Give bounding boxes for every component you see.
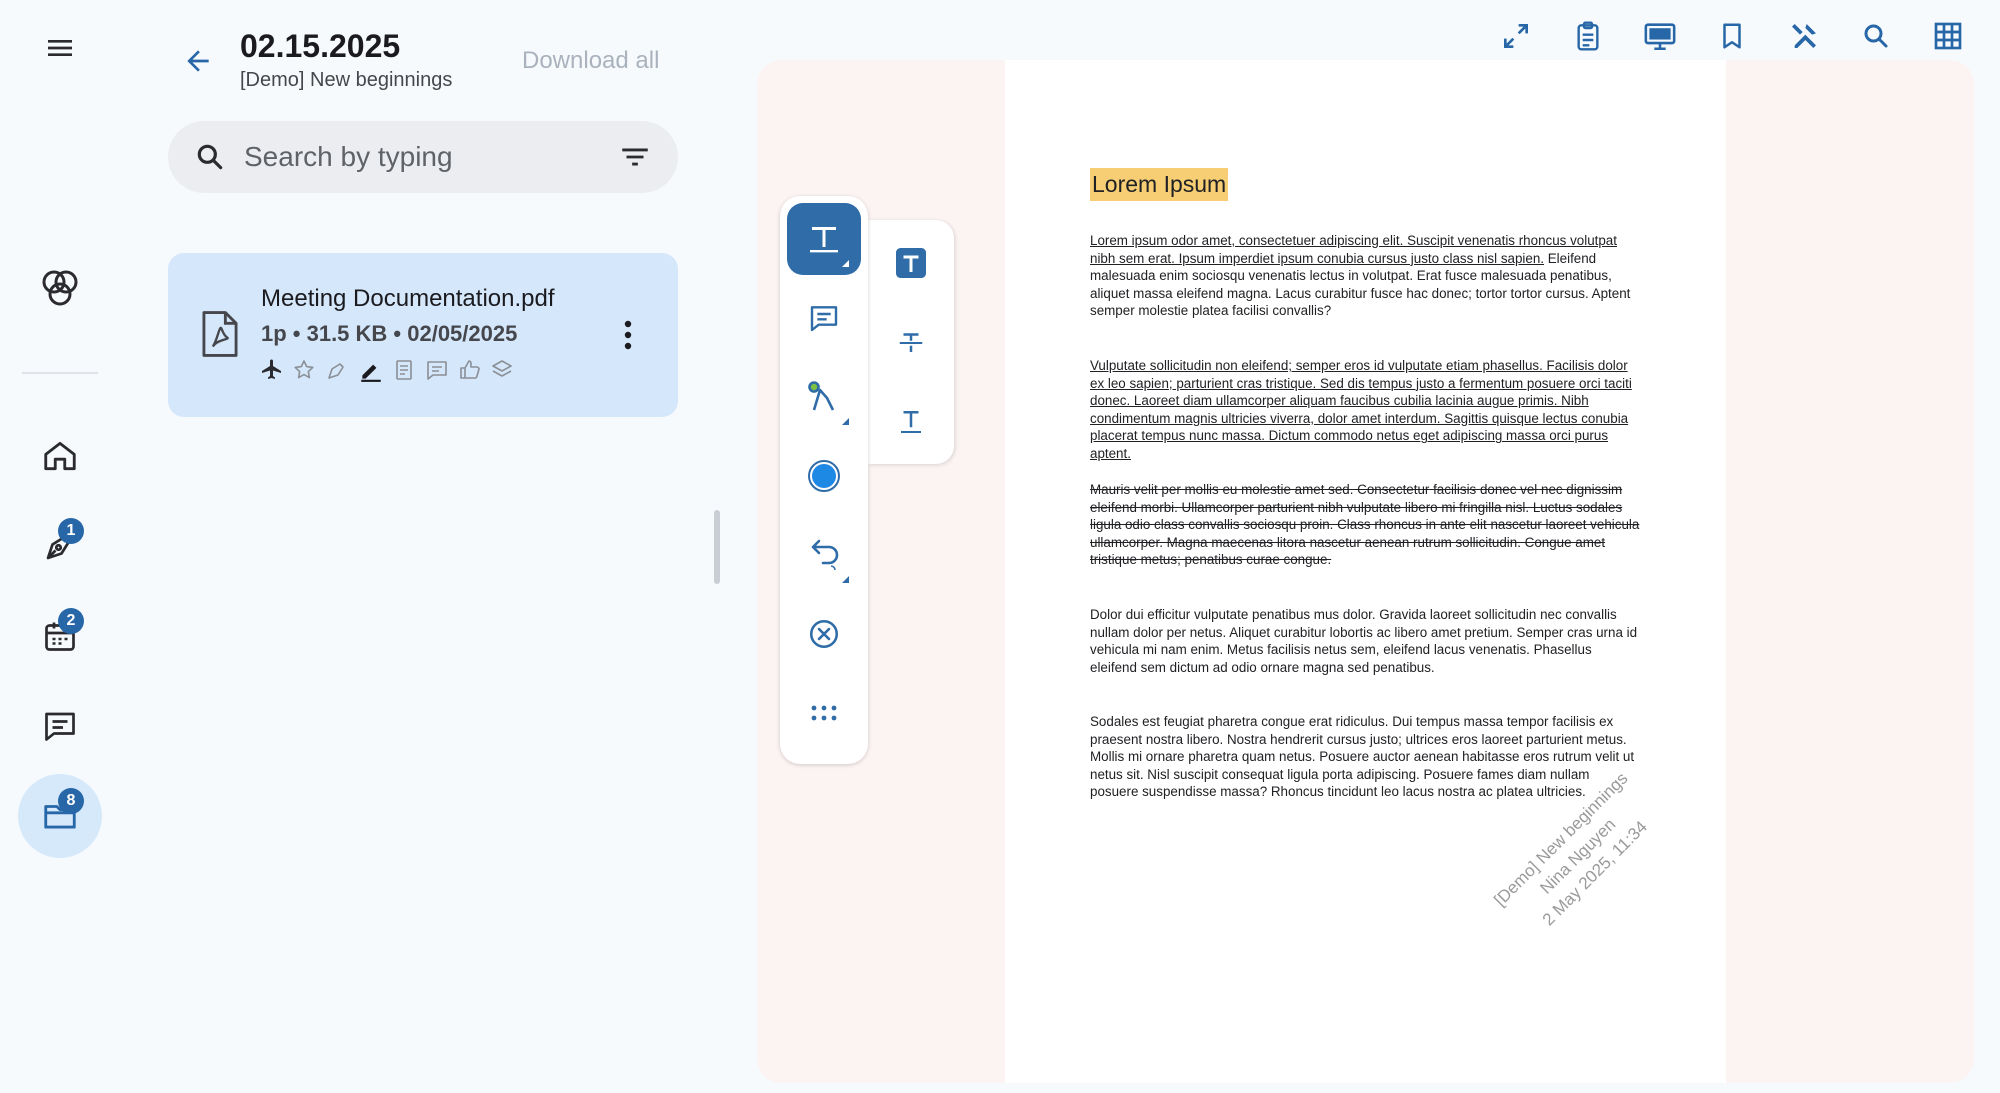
file-card[interactable]: Meeting Documentation.pdf 1p • 31.5 KB •… [168,253,678,417]
strikethrough-icon [899,333,923,352]
undo-redo-tool[interactable] [787,519,861,591]
grid-icon [1934,22,1962,50]
page-title: 02.15.2025 [240,28,401,64]
pdf-page[interactable]: Lorem Ipsum Lorem ipsum odor amet, conse… [1005,60,1726,1083]
pdf-paragraph-5: Sodales est feugiat pharetra congue erat… [1090,714,1635,800]
comment-tool[interactable] [787,282,861,354]
file-meta: 1p • 31.5 KB • 02/05/2025 [261,321,518,346]
layers-icon [492,360,512,377]
text-markup-tool[interactable] [787,203,861,275]
file-tool-icons [260,357,514,383]
expand-button[interactable] [1480,14,1552,58]
text-markup-subtoolbar [868,220,954,464]
calendar-badge: 2 [58,608,84,634]
arrow-back-icon [187,50,209,72]
nav-calendar[interactable]: 2 [18,594,102,678]
nav-sign[interactable]: 1 [18,504,102,588]
signature-icon [328,363,344,379]
pdf-paragraph-1: Lorem ipsum odor amet, consectetuer adip… [1090,232,1640,320]
comment-icon [427,361,447,380]
underlined-text: Lorem ipsum odor amet, consectetuer adip… [1090,233,1617,266]
search-icon [197,144,223,170]
app-logo[interactable] [18,246,102,330]
airplane-icon [262,359,281,379]
file-name: Meeting Documentation.pdf [261,285,555,312]
color-picker[interactable] [787,440,861,512]
clear-icon [809,619,839,649]
expand-icon [1504,24,1528,48]
comment-icon [810,306,838,332]
tools-button[interactable] [1768,14,1840,58]
filter-icon[interactable] [618,140,652,174]
comment-icon [45,712,75,741]
nav-files[interactable]: 8 [18,774,102,858]
bookmark-button[interactable] [1696,14,1768,58]
monitor-icon [1644,23,1676,51]
more-icon [811,705,837,721]
more-vert-icon [624,320,632,350]
pdf-heading: Lorem Ipsum [1090,168,1229,201]
navigation-rail: 1 2 8 [0,0,120,1093]
draw-icon [808,381,849,425]
text-box-tool[interactable] [882,234,940,292]
panel-resize-handle[interactable] [714,510,720,584]
back-button[interactable] [175,38,221,84]
annotation-toolbar [780,196,868,764]
search-document-button[interactable] [1840,14,1912,58]
search-input[interactable] [244,141,618,173]
sign-badge: 1 [58,518,84,544]
home-icon [44,441,76,471]
underline-icon [901,411,921,433]
tools-icon [1792,24,1816,48]
strikethrough-tool[interactable] [882,313,940,371]
clear-tool[interactable] [787,598,861,670]
search-bar [168,121,678,193]
pdf-paragraph-2: Vulputate sollicitudin non eleifend; sem… [1090,358,1632,461]
edit-icon [361,364,381,382]
nav-comments[interactable] [18,684,102,768]
draw-tool[interactable] [787,361,861,433]
viewer-toolbar [1480,14,1984,58]
app-logo-icon [42,270,78,306]
text-markup-icon [810,227,849,267]
clipboard-icon [1577,21,1599,51]
pdf-paragraph-4: Dolor dui efficitur vulputate penatibus … [1090,607,1638,675]
nav-home[interactable] [18,414,102,498]
search-icon [1864,24,1888,48]
color-icon [808,460,840,492]
pdf-paragraph-3: Mauris velit per mollis eu molestie amet… [1090,482,1640,568]
menu-button[interactable] [18,6,102,90]
document-viewer[interactable]: Lorem Ipsum Lorem ipsum odor amet, conse… [757,60,1974,1083]
menu-icon [48,40,72,56]
bookmark-icon [1723,23,1741,49]
files-badge: 8 [58,788,84,814]
rail-divider [22,372,98,374]
undo-redo-icon [811,539,849,583]
underline-tool[interactable] [882,392,940,450]
note-icon [396,360,412,380]
page-subtitle: [Demo] New beginnings [240,69,453,91]
text-box-icon [896,248,926,278]
file-more-button[interactable] [608,315,648,355]
thumbs-up-icon [460,360,480,379]
pdf-file-icon [202,311,238,357]
grid-view-button[interactable] [1912,14,1984,58]
present-button[interactable] [1624,14,1696,58]
star-icon [294,360,314,379]
more-tools[interactable] [787,677,861,749]
clipboard-button[interactable] [1552,14,1624,58]
download-all-button[interactable]: Download all [522,47,659,75]
